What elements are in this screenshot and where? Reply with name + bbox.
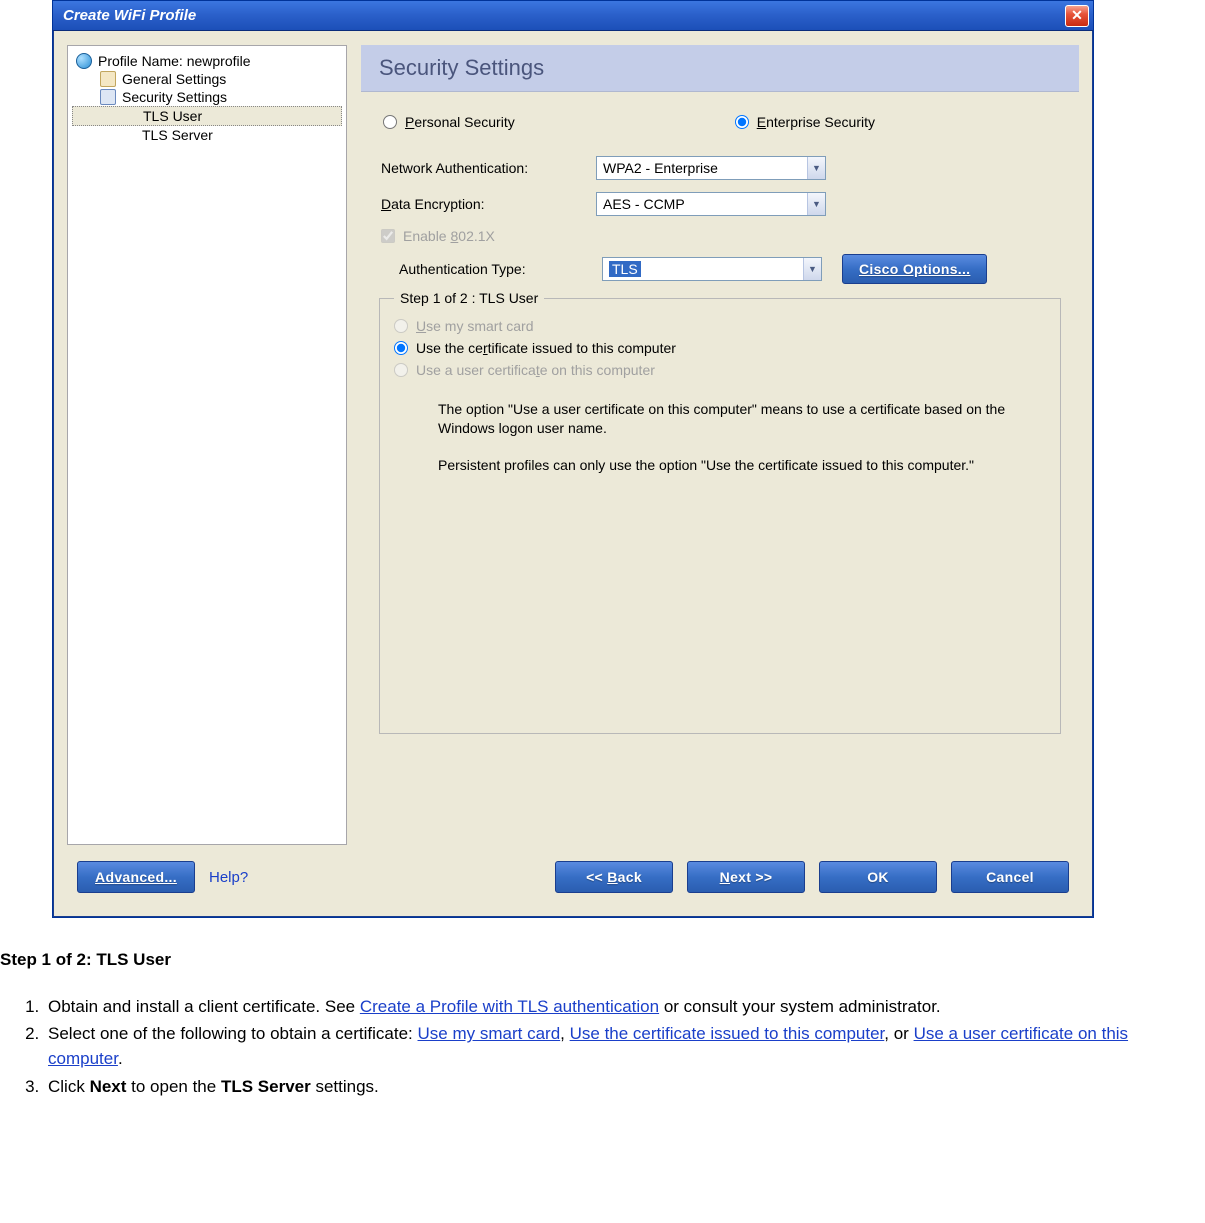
auth-type-label: Authentication Type: xyxy=(399,261,594,277)
radio-input xyxy=(394,363,408,377)
data-encryption-dropdown[interactable]: AES - CCMP ▼ xyxy=(596,192,826,216)
settings-icon xyxy=(100,71,116,87)
globe-icon xyxy=(76,53,92,69)
link-smart-card[interactable]: Use my smart card xyxy=(418,1024,561,1043)
note-text: The option "Use a user certificate on th… xyxy=(394,378,1046,475)
cisco-options-button[interactable]: Cisco Options... xyxy=(842,254,987,284)
tree-item-label: TLS Server xyxy=(142,127,213,143)
chevron-down-icon: ▼ xyxy=(803,258,821,280)
client-area: Profile Name: newprofile General Setting… xyxy=(53,31,1093,917)
tree-profile-name[interactable]: Profile Name: newprofile xyxy=(72,52,342,70)
tree-tls-user[interactable]: TLS User xyxy=(72,106,342,126)
radio-input[interactable] xyxy=(735,115,749,129)
radio-input xyxy=(394,319,408,333)
title-bar: Create WiFi Profile ✕ xyxy=(53,1,1093,31)
radio-label: Enterprise Security xyxy=(757,114,875,130)
tree-item-label: TLS User xyxy=(143,108,202,124)
checkbox-label: Enable 802.1X xyxy=(403,228,495,244)
doc-steps-list: Obtain and install a client certificate.… xyxy=(0,995,1197,1100)
data-encryption-label: Data Encryption: xyxy=(381,196,596,212)
network-auth-label: Network Authentication: xyxy=(381,160,596,176)
tree-tls-server[interactable]: TLS Server xyxy=(72,126,342,144)
note-paragraph: The option "Use a user certificate on th… xyxy=(438,400,1008,438)
radio-smart-card: Use my smart card xyxy=(394,318,1046,334)
back-button[interactable]: << Back xyxy=(555,861,673,893)
radio-label: Use a user certificate on this computer xyxy=(416,362,655,378)
chevron-down-icon: ▼ xyxy=(807,157,825,179)
next-button[interactable]: Next >> xyxy=(687,861,805,893)
nav-tree[interactable]: Profile Name: newprofile General Setting… xyxy=(67,45,347,845)
radio-enterprise-security[interactable]: Enterprise Security xyxy=(735,114,875,130)
lock-icon xyxy=(100,89,116,105)
close-button[interactable]: ✕ xyxy=(1065,5,1089,27)
radio-input[interactable] xyxy=(394,341,408,355)
step-legend: Step 1 of 2 : TLS User xyxy=(394,290,544,306)
note-paragraph: Persistent profiles can only use the opt… xyxy=(438,456,1008,475)
dropdown-value: AES - CCMP xyxy=(603,196,685,212)
help-link[interactable]: Help? xyxy=(209,869,248,886)
tree-item-label: Profile Name: newprofile xyxy=(98,53,251,69)
radio-input[interactable] xyxy=(383,115,397,129)
dropdown-value: TLS xyxy=(609,261,641,277)
tree-item-label: Security Settings xyxy=(122,89,227,105)
link-cert-computer[interactable]: Use the certificate issued to this compu… xyxy=(570,1024,885,1043)
radio-personal-security[interactable]: Personal Security xyxy=(383,114,515,130)
cancel-button[interactable]: Cancel xyxy=(951,861,1069,893)
close-icon: ✕ xyxy=(1071,7,1083,24)
auth-type-dropdown[interactable]: TLS ▼ xyxy=(602,257,822,281)
dialog-window: Create WiFi Profile ✕ Profile Name: newp… xyxy=(52,0,1094,918)
radio-user-cert: Use a user certificate on this computer xyxy=(394,362,1046,378)
button-bar: Advanced... Help? << Back Next >> OK Can… xyxy=(67,855,1079,903)
network-auth-dropdown[interactable]: WPA2 - Enterprise ▼ xyxy=(596,156,826,180)
radio-label: Use my smart card xyxy=(416,318,533,334)
radio-label: Use the certificate issued to this compu… xyxy=(416,340,676,356)
dropdown-value: WPA2 - Enterprise xyxy=(603,160,718,176)
list-item: Click Next to open the TLS Server settin… xyxy=(44,1075,1197,1100)
checkbox-input xyxy=(381,229,395,243)
tree-general-settings[interactable]: General Settings xyxy=(72,70,342,88)
radio-cert-computer[interactable]: Use the certificate issued to this compu… xyxy=(394,340,1046,356)
doc-heading: Step 1 of 2: TLS User xyxy=(0,948,1197,973)
window-title: Create WiFi Profile xyxy=(63,7,1065,24)
list-item: Select one of the following to obtain a … xyxy=(44,1022,1197,1071)
enable-8021x-checkbox: Enable 802.1X xyxy=(381,228,495,244)
bold-text: TLS Server xyxy=(221,1077,311,1096)
tree-security-settings[interactable]: Security Settings xyxy=(72,88,342,106)
bold-text: Next xyxy=(90,1077,127,1096)
main-panel: Security Settings Personal Security Ente… xyxy=(361,45,1079,845)
chevron-down-icon: ▼ xyxy=(807,193,825,215)
panel-title: Security Settings xyxy=(361,45,1079,92)
step-group: Step 1 of 2 : TLS User Use my smart card… xyxy=(379,290,1061,734)
list-item: Obtain and install a client certificate.… xyxy=(44,995,1197,1020)
ok-button[interactable]: OK xyxy=(819,861,937,893)
tree-item-label: General Settings xyxy=(122,71,226,87)
link-tls-auth[interactable]: Create a Profile with TLS authentication xyxy=(360,997,659,1016)
advanced-button[interactable]: Advanced... xyxy=(77,861,195,893)
radio-label: Personal Security xyxy=(405,114,515,130)
doc-section: Step 1 of 2: TLS User Obtain and install… xyxy=(0,918,1205,1132)
